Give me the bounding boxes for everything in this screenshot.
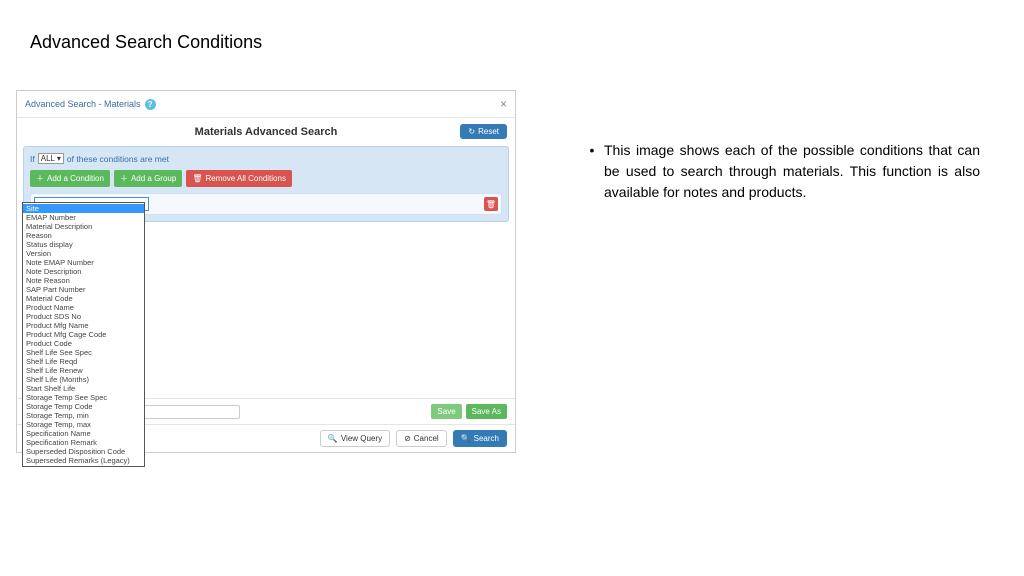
dropdown-option[interactable]: Start Shelf Life	[23, 384, 144, 393]
close-icon[interactable]: ×	[500, 97, 507, 111]
save-as-button[interactable]: Save As	[466, 404, 507, 419]
dropdown-option[interactable]: Storage Temp, min	[23, 411, 144, 420]
chevron-down-icon: ▾	[57, 154, 61, 163]
modal-title: Advanced Search - Materials	[25, 99, 141, 109]
search-label: Search	[474, 434, 499, 443]
dropdown-option[interactable]: Specification Name	[23, 429, 144, 438]
cancel-label: Cancel	[414, 434, 439, 443]
trash-icon: 🗑	[486, 200, 496, 209]
dropdown-option[interactable]: Note Description	[23, 267, 144, 276]
search-button[interactable]: 🔍 Search	[453, 430, 507, 447]
cancel-icon: ⊘	[404, 434, 411, 443]
dropdown-option[interactable]: Note Reason	[23, 276, 144, 285]
dropdown-option[interactable]: Storage Temp, max	[23, 420, 144, 429]
modal-subheader: Materials Advanced Search ↻ Reset	[17, 118, 515, 146]
dropdown-option[interactable]: SAP Part Number	[23, 285, 144, 294]
condition-buttons: ＋ Add a Condition ＋ Add a Group 🗑 Remove…	[30, 170, 502, 187]
remove-all-label: Remove All Conditions	[205, 174, 285, 183]
plus-icon: ＋	[36, 173, 44, 184]
dropdown-option[interactable]: Storage Temp Code	[23, 402, 144, 411]
slide-title: Advanced Search Conditions	[30, 32, 262, 53]
bullet-icon: •	[580, 140, 604, 203]
dropdown-option[interactable]: Superseded Remarks (Legacy)	[23, 456, 144, 465]
dropdown-option[interactable]: Site	[23, 204, 144, 213]
if-text: If	[30, 154, 35, 164]
dropdown-option[interactable]: Note EMAP Number	[23, 258, 144, 267]
condition-sentence: If ALL ▾ of these conditions are met	[30, 153, 502, 164]
cancel-button[interactable]: ⊘ Cancel	[396, 430, 447, 447]
dropdown-option[interactable]: Shelf Life Reqd	[23, 357, 144, 366]
dropdown-option[interactable]: Superseded Disposition Code	[23, 447, 144, 456]
dropdown-option[interactable]: Product Mfg Name	[23, 321, 144, 330]
dropdown-option[interactable]: Shelf Life (Months)	[23, 375, 144, 384]
view-query-button[interactable]: 🔍 View Query	[320, 430, 390, 447]
view-query-label: View Query	[341, 434, 382, 443]
dropdown-option[interactable]: Material Code	[23, 294, 144, 303]
reset-button[interactable]: ↻ Reset	[460, 124, 507, 139]
dropdown-option[interactable]: Storage Temp See Spec	[23, 393, 144, 402]
remove-all-button[interactable]: 🗑 Remove All Conditions	[186, 170, 292, 187]
field-dropdown[interactable]: SiteEMAP NumberMaterial DescriptionReaso…	[22, 202, 145, 467]
rest-text: of these conditions are met	[67, 154, 169, 164]
dropdown-option[interactable]: Shelf Life Renew	[23, 366, 144, 375]
add-group-button[interactable]: ＋ Add a Group	[114, 170, 182, 187]
dropdown-option[interactable]: Status display	[23, 240, 144, 249]
all-any-select[interactable]: ALL ▾	[38, 153, 64, 164]
dropdown-option[interactable]: Specification Remark	[23, 438, 144, 447]
save-button[interactable]: Save	[431, 404, 461, 419]
reset-label: Reset	[478, 127, 499, 136]
explanatory-text: • This image shows each of the possible …	[580, 140, 980, 203]
add-condition-button[interactable]: ＋ Add a Condition	[30, 170, 110, 187]
dropdown-option[interactable]: Reason	[23, 231, 144, 240]
dropdown-option[interactable]: Product Name	[23, 303, 144, 312]
bullet-text: This image shows each of the possible co…	[604, 140, 980, 203]
add-group-label: Add a Group	[131, 174, 176, 183]
dropdown-option[interactable]: Material Description	[23, 222, 144, 231]
modal-subtitle: Materials Advanced Search	[195, 126, 338, 138]
add-condition-label: Add a Condition	[47, 174, 104, 183]
search-icon: 🔍	[461, 434, 471, 443]
search-icon: 🔍	[328, 434, 338, 443]
all-any-value: ALL	[41, 154, 55, 163]
dropdown-option[interactable]: EMAP Number	[23, 213, 144, 222]
plus-icon: ＋	[120, 173, 128, 184]
dropdown-option[interactable]: Version	[23, 249, 144, 258]
dropdown-option[interactable]: Product Mfg Cage Code	[23, 330, 144, 339]
dropdown-option[interactable]: Product Code	[23, 339, 144, 348]
modal-header: Advanced Search - Materials ? ×	[17, 91, 515, 118]
trash-icon: 🗑	[192, 174, 202, 183]
dropdown-option[interactable]: Product SDS No	[23, 312, 144, 321]
help-icon[interactable]: ?	[145, 99, 156, 110]
refresh-icon: ↻	[468, 127, 475, 136]
dropdown-option[interactable]: Shelf Life See Spec	[23, 348, 144, 357]
delete-condition-button[interactable]: 🗑	[484, 197, 498, 211]
